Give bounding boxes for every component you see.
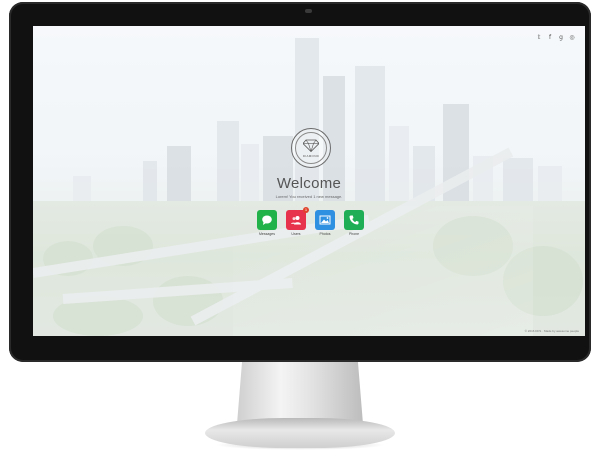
app-label: Phone [348,232,360,236]
logo-text: DIAMOND [302,154,320,158]
webcam [305,9,312,13]
users-tile[interactable]: 1 [286,207,309,230]
phone-tile[interactable] [344,210,364,230]
monitor-stand-base [205,418,395,448]
app-photos[interactable]: Photos [314,210,336,236]
photos-tile[interactable] [315,210,335,230]
welcome-title: Welcome [276,175,342,192]
instagram-icon[interactable]: ◎ [569,35,575,41]
social-links: 𝕥 f g ◎ [536,35,575,41]
twitter-icon[interactable]: 𝕥 [536,35,542,41]
users-icon [291,216,301,225]
messages-tile[interactable] [257,210,277,230]
diamond-icon [303,139,319,152]
app-label: Photos [319,232,331,236]
app-label: Messages [259,232,275,236]
footer-credit: © 2016 DFS · Made by awesome people [524,329,579,333]
monitor-frame: 𝕥 f g ◎ DIAMOND Welcome Lorem! You recei… [9,2,591,362]
app-users[interactable]: 1 Users [285,207,309,236]
chat-bubble-icon [262,215,272,225]
phone-icon [349,215,359,225]
logo: DIAMOND [291,128,331,168]
notification-badge: 1 [303,207,309,213]
welcome-subtitle: Lorem! You received 1 new message. [275,194,343,199]
app-messages[interactable]: Messages [256,210,278,236]
screen: 𝕥 f g ◎ DIAMOND Welcome Lorem! You recei… [33,26,585,336]
facebook-icon[interactable]: f [547,35,553,41]
google-plus-icon[interactable]: g [558,35,564,41]
app-launcher: Messages 1 Users Photos Phone [256,207,366,244]
monitor-stand-neck [237,362,363,424]
app-phone[interactable]: Phone [343,210,365,236]
photo-icon [319,215,331,225]
app-label: Users [291,232,301,236]
